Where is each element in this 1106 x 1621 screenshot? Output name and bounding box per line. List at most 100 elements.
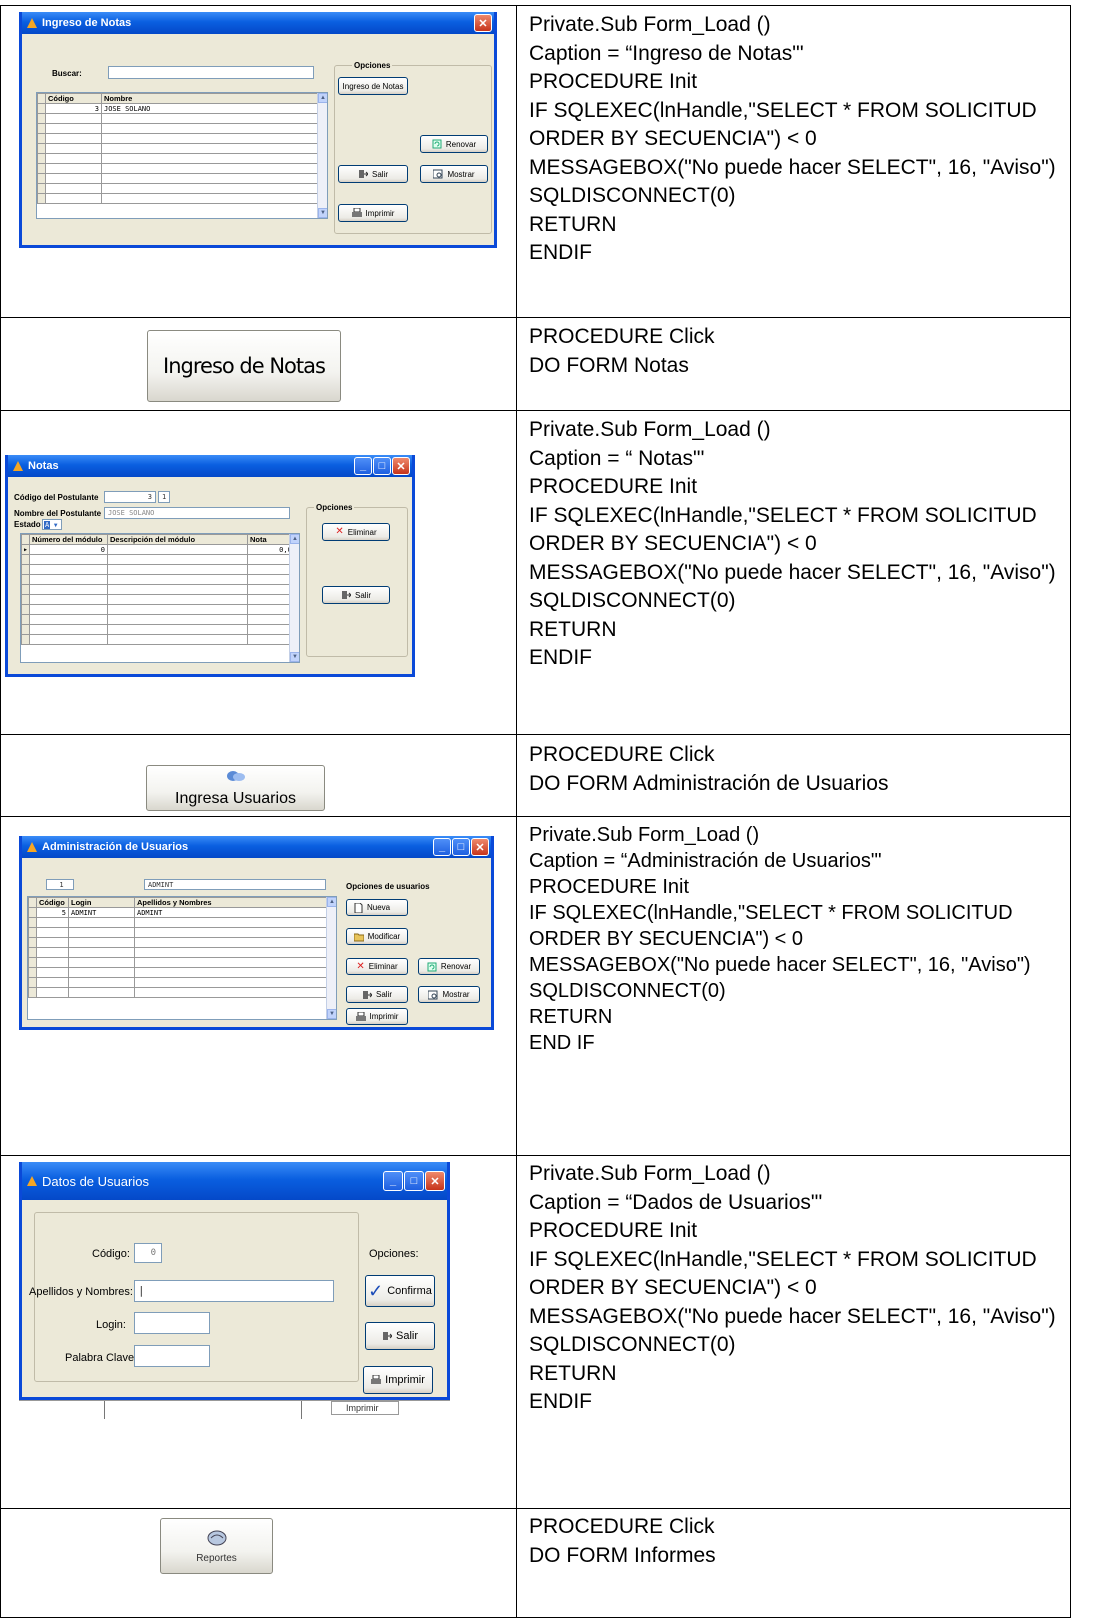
code-block-5: Private.Sub Form_Load () Caption = “Admi… — [529, 824, 1031, 1054]
imprimir-label: Imprimir — [369, 1012, 399, 1021]
mostrar-button[interactable]: Mostrar — [420, 165, 488, 183]
opciones-label: Opciones — [314, 503, 355, 512]
table-border-top — [0, 5, 1071, 6]
login-input[interactable] — [134, 1312, 210, 1334]
fox-icon — [26, 841, 38, 853]
apellidos-nombres-label: Apellidos y Nombres: — [29, 1286, 133, 1298]
title-bar: Ingreso de Notas ✕ — [22, 12, 494, 34]
ingreso-de-notas-button[interactable]: Ingreso de Notas — [147, 330, 341, 402]
fox-icon — [26, 1175, 38, 1187]
fox-icon — [26, 17, 38, 29]
renovar-button[interactable]: Renovar — [420, 135, 488, 153]
imprimir-button[interactable]: Imprimir — [363, 1366, 433, 1394]
eliminar-button[interactable]: ✕ Eliminar — [346, 958, 408, 975]
ingresa-usuarios-button[interactable]: Ingresa Usuarios — [146, 765, 325, 811]
usuarios-grid[interactable]: Código Login Apellidos y Nombres 5 ADMINT AD… — [27, 896, 337, 1020]
nombre-postulante-input[interactable]: JOSE SOLANO — [104, 507, 290, 519]
exit-door-icon — [382, 1331, 393, 1341]
minimize-button[interactable]: _ — [433, 838, 451, 856]
login-label: Login: — [96, 1319, 126, 1331]
search-nombre-input[interactable]: ADMINT — [144, 879, 326, 890]
buscar-input[interactable] — [108, 66, 314, 79]
salir-button[interactable]: Salir — [338, 165, 408, 183]
scroll-up-icon[interactable]: ▲ — [290, 534, 299, 544]
buscar-label: Buscar: — [52, 69, 82, 78]
renovar-button[interactable]: Renovar — [418, 958, 480, 975]
delete-x-icon: ✕ — [356, 960, 365, 972]
reportes-button[interactable]: Reportes — [160, 1518, 273, 1574]
codigo-label: Código: — [92, 1248, 130, 1260]
new-document-icon — [353, 902, 363, 913]
reports-icon — [206, 1529, 228, 1550]
codigo-input[interactable]: 0 — [134, 1243, 162, 1263]
estado-label: Estado — [14, 520, 41, 529]
cell-numero: 0 — [29, 544, 109, 555]
fox-icon — [12, 460, 24, 472]
apellidos-nombres-input[interactable]: | — [134, 1280, 334, 1302]
refresh-icon — [427, 962, 437, 972]
window-title: Administración de Usuarios — [42, 841, 189, 853]
window-title: Datos de Usuarios — [42, 1173, 149, 1189]
grid-scrollbar[interactable]: ▲ ▼ — [326, 897, 336, 1019]
exit-door-icon — [362, 990, 373, 1000]
notas-window: Notas _ □ ✕ Código del Postulante 3 1 No… — [5, 455, 415, 677]
table-row[interactable]: ▶ 0 0,00 — [21, 544, 299, 555]
grid-scrollbar[interactable]: ▲ ▼ — [317, 93, 327, 218]
title-bar: Notas _ □ ✕ — [8, 455, 412, 477]
mostrar-button[interactable]: Mostrar — [418, 986, 480, 1003]
imprimir-button[interactable]: Imprimir — [338, 204, 408, 222]
scroll-up-icon[interactable]: ▲ — [327, 897, 336, 907]
code-block-7: PROCEDURE Click DO FORM Informes — [529, 1515, 716, 1567]
maximize-button[interactable]: □ — [373, 457, 391, 475]
close-button[interactable]: ✕ — [474, 14, 492, 32]
grid-scrollbar[interactable]: ▲ ▼ — [289, 534, 299, 662]
close-button[interactable]: ✕ — [392, 457, 410, 475]
checkmark-icon: ✓ — [368, 1281, 384, 1301]
close-button[interactable]: ✕ — [471, 838, 489, 856]
minimize-button[interactable]: _ — [383, 1171, 403, 1191]
scroll-down-icon[interactable]: ▼ — [327, 1009, 336, 1019]
modulos-grid[interactable]: Número del módulo Descripción del módulo N… — [20, 533, 300, 663]
imprimir-button[interactable]: Imprimir — [346, 1008, 408, 1025]
palabra-clave-label: Palabra Clave: — [65, 1352, 138, 1364]
behind-window-strip: Imprimir — [19, 1400, 450, 1419]
minimize-button[interactable]: _ — [354, 457, 372, 475]
scroll-down-icon[interactable]: ▼ — [290, 652, 299, 662]
confirma-button[interactable]: ✓ Confirma — [365, 1275, 435, 1307]
eliminar-button[interactable]: ✕ Eliminar — [322, 523, 390, 541]
search-codigo-input[interactable]: 1 — [46, 879, 74, 890]
delete-x-icon: ✕ — [335, 526, 344, 537]
col-nombre: Nombre — [101, 93, 327, 104]
printer-icon — [355, 1011, 366, 1022]
table-row[interactable]: 3 JOSE SOLANO — [37, 103, 327, 114]
palabra-clave-input[interactable] — [134, 1345, 210, 1367]
row-divider-5 — [0, 1155, 1071, 1156]
estado-select[interactable]: A ▼ — [42, 519, 62, 530]
col-codigo: Código — [36, 897, 69, 908]
codigo-postulante-input-2[interactable]: 1 — [158, 491, 170, 503]
close-button[interactable]: ✕ — [425, 1171, 445, 1191]
scroll-down-icon[interactable]: ▼ — [318, 208, 327, 218]
codigo-postulante-input[interactable]: 3 — [104, 491, 156, 503]
salir-button[interactable]: Salir — [346, 986, 408, 1003]
opciones-usuarios-label: Opciones de usuarios — [344, 882, 432, 891]
modificar-button[interactable]: Modificar — [346, 928, 408, 945]
ingreso-notas-window: Ingreso de Notas ✕ Buscar: Código Nombre … — [19, 12, 497, 248]
scroll-up-icon[interactable]: ▲ — [318, 93, 327, 103]
table-row[interactable]: 5 ADMINT ADMINT — [28, 907, 336, 918]
opciones-label: Opciones — [352, 61, 393, 70]
admin-usuarios-window: Administración de Usuarios _ □ ✕ 1 ADMIN… — [19, 836, 494, 1030]
maximize-button[interactable]: □ — [452, 838, 470, 856]
row-divider-2 — [0, 410, 1071, 411]
maximize-button[interactable]: □ — [404, 1171, 424, 1191]
ingreso-notas-button[interactable]: Ingreso de Notas — [338, 77, 408, 95]
notas-grid[interactable]: Código Nombre 3 JOSE SOLANO ▲ ▼ — [36, 92, 328, 219]
nueva-button[interactable]: Nueva — [346, 899, 408, 916]
row-divider-3 — [0, 734, 1071, 735]
behind-imprimir-label: Imprimir — [331, 1401, 399, 1415]
salir-button[interactable]: Salir — [322, 586, 390, 604]
folder-open-icon — [353, 932, 365, 942]
row-divider-1 — [0, 317, 1071, 318]
salir-button[interactable]: Salir — [365, 1322, 435, 1350]
datos-usuarios-window: Datos de Usuarios _ □ ✕ Código: 0 Apelli… — [19, 1162, 450, 1400]
